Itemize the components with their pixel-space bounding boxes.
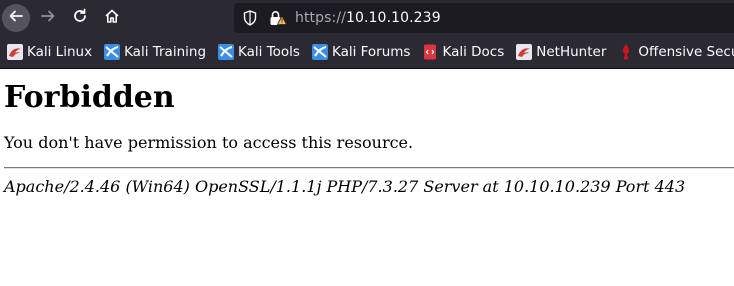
error-message: You don't have permission to access this…: [4, 133, 414, 152]
forward-button[interactable]: [34, 4, 62, 32]
bookmark-label: NetHunter: [536, 44, 607, 60]
divider: [4, 167, 734, 169]
reload-icon: [72, 8, 88, 28]
offensive-security-icon: [618, 44, 634, 60]
nethunter-icon: [516, 44, 533, 60]
kali-dragon-icon: [7, 44, 23, 60]
bookmark-label: Kali Training: [124, 44, 207, 60]
bookmark-label: Kali Forums: [331, 44, 411, 60]
server-signature: Apache/2.4.46 (Win64) OpenSSL/1.1.1j PHP…: [4, 177, 686, 196]
bookmark-kali-forums[interactable]: Kali Forums: [311, 44, 411, 60]
reload-button[interactable]: [66, 4, 94, 32]
home-button[interactable]: [98, 4, 126, 32]
bookmark-label: Kali Tools: [238, 44, 300, 60]
browser-toolbar: https://10.10.10.239: [0, 0, 734, 36]
page-title: Forbidden: [4, 80, 175, 115]
kali-docs-icon: [422, 44, 438, 60]
arrow-left-icon: [8, 8, 24, 28]
bookmark-label: Kali Docs: [442, 44, 505, 60]
bookmark-kali-tools[interactable]: Kali Tools: [218, 44, 300, 60]
insecure-lock-warning-icon[interactable]: [269, 10, 287, 26]
page-content: Forbidden You don't have permission to a…: [0, 81, 734, 197]
url-text[interactable]: https://10.10.10.239: [295, 10, 441, 26]
bookmarks-toolbar: Kali Linux Kali Training Kali Tools Kali…: [0, 36, 734, 69]
tracking-protection-shield-icon[interactable]: [243, 10, 257, 26]
kali-training-icon: [104, 44, 121, 60]
arrow-right-icon: [40, 8, 56, 28]
bookmark-nethunter[interactable]: NetHunter: [516, 44, 606, 60]
bookmark-kali-training[interactable]: Kali Training: [104, 44, 206, 60]
url-scheme: https://: [295, 10, 346, 26]
url-host: 10.10.10.239: [345, 10, 441, 26]
bookmark-label: Kali Linux: [27, 44, 93, 60]
kali-forums-icon: [311, 44, 328, 60]
kali-tools-icon: [218, 44, 235, 60]
bookmark-kali-docs[interactable]: Kali Docs: [422, 44, 504, 60]
bookmark-kali-linux[interactable]: Kali Linux: [7, 44, 92, 60]
bookmark-label: Offensive Secu: [638, 44, 734, 60]
bookmark-offensive-security[interactable]: Offensive Secu: [618, 44, 734, 60]
address-bar[interactable]: https://10.10.10.239: [234, 3, 734, 33]
home-icon: [104, 8, 120, 28]
back-button[interactable]: [2, 4, 30, 32]
